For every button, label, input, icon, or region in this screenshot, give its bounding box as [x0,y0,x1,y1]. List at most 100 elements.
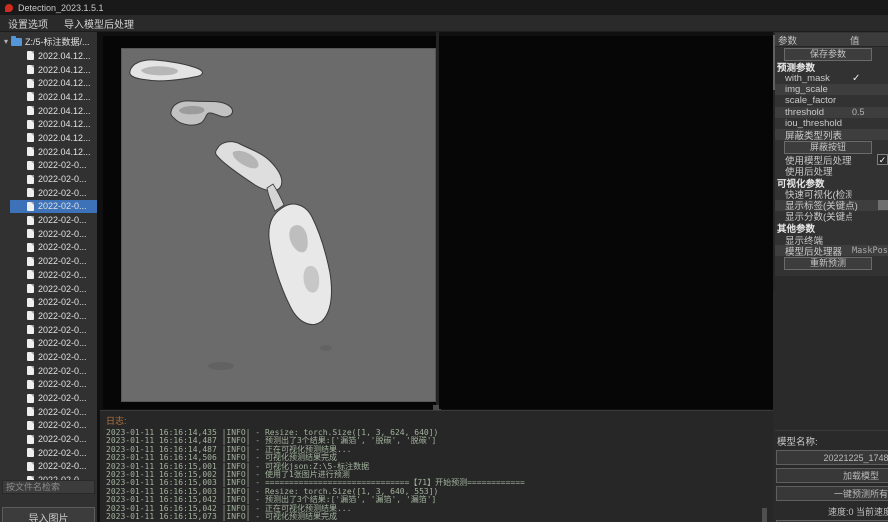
tree-item-label: 2022-02-0... [38,215,87,225]
tree-item[interactable]: 2022-02-0... [10,268,97,282]
tree-item[interactable]: 2022.04.12... [10,117,97,131]
log-scrollbar-thumb[interactable] [762,508,767,522]
tree-item[interactable]: 2022-02-0... [10,159,97,173]
viewer-area: 漏箔 | 0.99 漏箔 | 0.89 漏箔 | 0.97 日志: [97,32,773,522]
param-row[interactable]: 屏蔽类型列表 [775,129,888,140]
file-icon [27,65,34,74]
tree-item[interactable]: 2022-02-0... [10,282,97,296]
tree-item[interactable]: 2022-02-0... [10,254,97,268]
file-icon [27,270,34,279]
menu-item-settings[interactable]: 设置选项 [8,16,48,31]
tree-item[interactable]: 2022-02-0... [10,391,97,405]
param-row[interactable]: img_scale [775,84,888,95]
tree-root-folder[interactable]: ▾ Z:/5-标注数据/... [0,34,97,49]
param-label: 预测参数 [777,60,852,74]
import-image-button[interactable]: 导入图片 [2,507,95,522]
tree-item-label: 2022-02-0... [38,461,87,471]
param-value: ✓ [852,73,888,84]
tree-item-label: 2022.04.12... [38,133,91,143]
tree-item[interactable]: 2022-02-0... [10,213,97,227]
tree-item[interactable]: 2022-02-0... [10,200,97,214]
tree-item-label: 2022-02-0... [38,229,87,239]
tree-item[interactable]: 2022-02-0... [10,186,97,200]
file-icon [27,79,34,88]
tree-item-label: 2022-02-0... [38,311,87,321]
tree-item[interactable]: 2022.04.12... [10,104,97,118]
search-input[interactable] [2,480,95,494]
tree-item-label: 2022-02-0... [38,160,87,170]
tree-item[interactable]: 2022-02-0... [10,323,97,337]
param-value [878,200,888,210]
file-icon [27,339,34,348]
tree-item[interactable]: 2022.04.12... [10,49,97,63]
params-rows: 保存参数 预测参数 with_mask ✓ img_scale [775,47,888,270]
log-title: 日志: [106,414,773,427]
tree-item[interactable]: 2022.04.12... [10,145,97,159]
tree-item[interactable]: 2022-02-0... [10,227,97,241]
tree-item[interactable]: 2022-02-0... [10,446,97,460]
file-icon [27,243,34,252]
tree-item[interactable]: 2022-02-0... [10,241,97,255]
tree-item-label: 2022-02-0... [38,448,87,458]
param-row[interactable]: scale_factor [775,95,888,106]
menu-item-import-postprocess[interactable]: 导入模型后处理 [64,16,134,31]
tree-item-label: 2022.04.12... [38,65,91,75]
file-icon [27,311,34,320]
log-area[interactable]: 日志: 2023-01-11 16:16:14,435 |INFO| - Res… [100,410,773,522]
tree-item[interactable]: 2022-02-0... [10,378,97,392]
parameters-panel: 参数 值 保存参数 预测参数 with_mask [773,32,888,522]
parameters-table: 参数 值 保存参数 预测参数 with_mask [775,33,888,270]
tree-item-label: 2022-02-0... [38,393,87,403]
tree-item-label: 2022-02-0... [38,270,87,280]
tree-item[interactable]: 2022-02-0... [10,460,97,474]
prediction-image-panel[interactable]: 漏箔 | 0.99 漏箔 | 0.89 漏箔 | 0.97 [439,36,773,409]
tree-item[interactable]: 2022-02-0... [10,405,97,419]
model-section: 模型名称: 20221225_174813 加载模型 一键预测所有 速度:0 当… [775,430,888,522]
model-name-label: 模型名称: [775,434,888,447]
tree-item-label: 2022-02-0... [38,284,87,294]
model-name-button[interactable]: 20221225_174813 [776,450,888,465]
tree-item[interactable]: 2022-02-0... [10,419,97,433]
param-row[interactable]: 重新预测 [775,256,888,270]
window-title: Detection_2023.1.5.1 [18,3,104,13]
file-icon [27,462,34,471]
tree-item[interactable]: 2022-02-0... [10,295,97,309]
tree-item[interactable]: 2022-02-0... [10,336,97,350]
file-icon [27,188,34,197]
param-row[interactable]: threshold 0.5 [775,107,888,118]
tree-item[interactable]: 2022-02-0... [10,309,97,323]
param-label: 模型后处理器 [785,244,852,258]
tree-item[interactable]: 2022-02-0... [10,172,97,186]
tree-item[interactable]: 2022-02-0... [10,364,97,378]
param-row[interactable]: 预测参数 [775,61,888,73]
tree-root-label: Z:/5-标注数据/... [25,35,90,48]
file-tree[interactable]: ▾ Z:/5-标注数据/... 2022.04.12... 2022.04.12… [0,34,97,488]
param-row[interactable]: 模型后处理器 MaskPostPro [775,245,888,256]
file-icon [27,229,34,238]
raw-image-graphic [121,48,436,402]
predict-all-button[interactable]: 一键预测所有 [776,486,888,501]
tree-item[interactable]: 2022.04.12... [10,76,97,90]
file-icon [27,448,34,457]
load-model-button[interactable]: 加载模型 [776,468,888,483]
tree-item-label: 2022.04.12... [38,78,91,88]
tree-item-label: 2022-02-0... [38,242,87,252]
file-icon [27,394,34,403]
file-icon [27,407,34,416]
param-row[interactable]: 保存参数 [775,47,888,61]
app-logo-icon [5,4,13,12]
menu-bar: 设置选项 导入模型后处理 [0,15,888,32]
tree-item[interactable]: 2022.04.12... [10,90,97,104]
tree-item-label: 2022-02-0... [38,174,87,184]
tree-item[interactable]: 2022-02-0... [10,432,97,446]
file-icon [27,421,34,430]
tree-item[interactable]: 2022-02-0... [10,350,97,364]
chevron-down-icon[interactable]: ▾ [4,38,8,46]
tree-item[interactable]: 2022.04.12... [10,63,97,77]
tree-item[interactable]: 2022.04.12... [10,131,97,145]
raw-image[interactable] [121,48,436,402]
param-label: img_scale [785,84,852,95]
param-row[interactable]: with_mask ✓ [775,73,888,84]
raw-image-panel[interactable] [103,36,436,409]
param-value: MaskPostPro [852,246,888,256]
